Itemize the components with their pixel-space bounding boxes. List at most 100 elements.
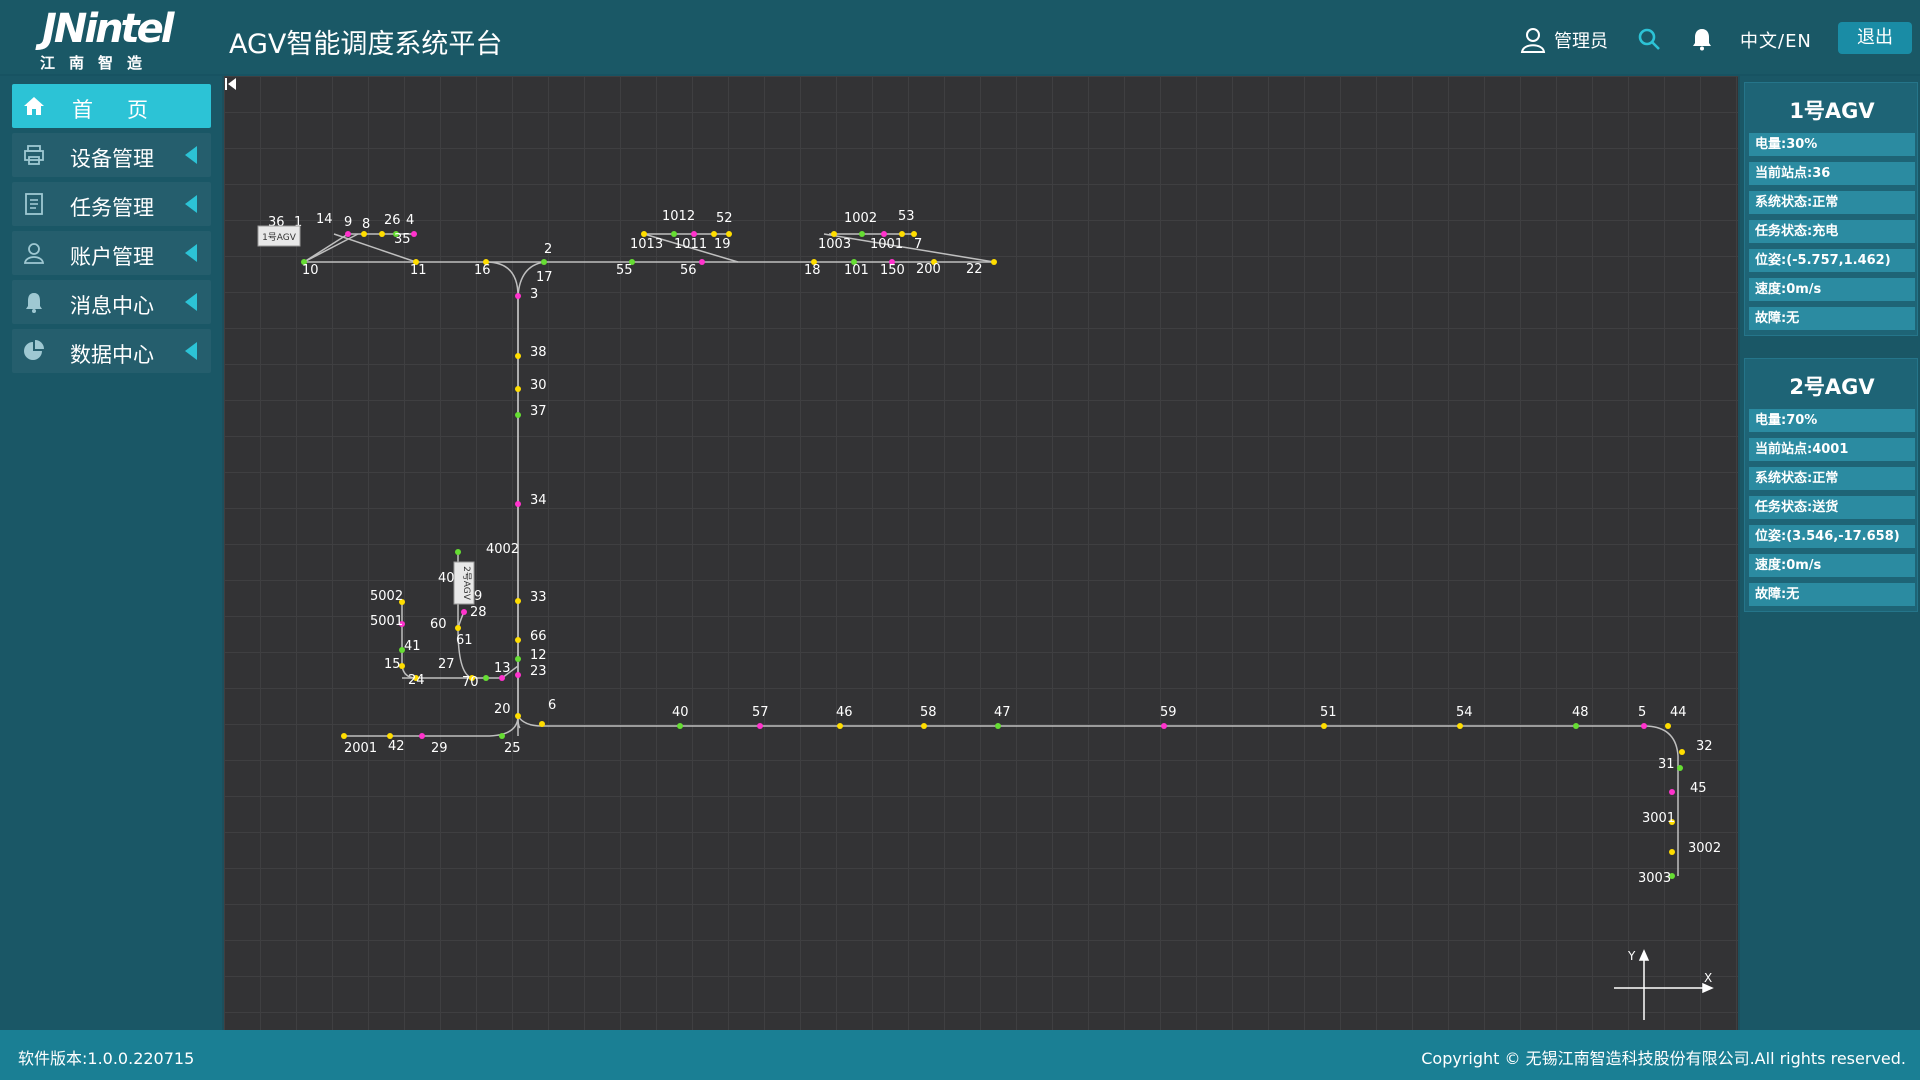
station-dot[interactable]	[541, 259, 547, 265]
station-dot[interactable]	[345, 231, 351, 237]
station-dot[interactable]	[539, 721, 545, 727]
station-label: 5002	[370, 589, 403, 604]
station-label: 24	[408, 673, 425, 688]
station-dot[interactable]	[461, 609, 467, 615]
station-label: 13	[494, 661, 511, 676]
station-dot[interactable]	[515, 598, 521, 604]
sidebar-item-message[interactable]: 消息中心	[12, 280, 211, 324]
sidebar-item-label: 账户管理	[70, 245, 154, 269]
station-dot[interactable]	[859, 231, 865, 237]
station-dot[interactable]	[1669, 789, 1675, 795]
station-label: 70	[462, 675, 479, 690]
document-icon	[25, 193, 43, 215]
station-dot[interactable]	[757, 723, 763, 729]
station-dot[interactable]	[1679, 749, 1685, 755]
station-label: 20	[494, 702, 511, 717]
station-dot[interactable]	[515, 713, 521, 719]
station-dot[interactable]	[341, 733, 347, 739]
station-dot[interactable]	[1641, 723, 1647, 729]
agv-task-status: 任务状态:送货	[1749, 496, 1915, 519]
station-dot[interactable]	[455, 625, 461, 631]
route-canvas[interactable]: 36 1 14 9 8 26 43510 11 162173383037343366122313…	[224, 76, 1738, 1030]
station-dot[interactable]	[1677, 765, 1683, 771]
station-label: 53	[898, 209, 915, 224]
user-menu[interactable]: 管理员	[1520, 26, 1608, 54]
station-dot[interactable]	[677, 723, 683, 729]
agv-battery: 电量:70%	[1749, 409, 1915, 432]
station-dot[interactable]	[515, 412, 521, 418]
station-dot[interactable]	[1669, 849, 1675, 855]
agv-1-marker[interactable]: 1号AGV	[257, 225, 301, 247]
station-label: 38	[530, 345, 547, 360]
sidebar-item-label: 首页	[72, 98, 182, 122]
station-dot[interactable]	[515, 386, 521, 392]
station-label: 33	[530, 590, 547, 605]
station-label: 101	[844, 263, 869, 278]
station-dot[interactable]	[1573, 723, 1579, 729]
sidebar-item-data[interactable]: 数据中心	[12, 329, 211, 373]
station-dot[interactable]	[515, 656, 521, 662]
station-dot[interactable]	[515, 293, 521, 299]
agv-map[interactable]: 36 1 14 9 8 26 4 35 10 11 16 2 17 3 38 30 37 34 33 66 12 23 13…	[222, 76, 1740, 1030]
station-label: 47	[994, 705, 1011, 720]
station-dot[interactable]	[419, 733, 425, 739]
station-dot[interactable]	[379, 231, 385, 237]
station-dot[interactable]	[515, 637, 521, 643]
station-label: 46	[836, 705, 853, 720]
home-icon	[24, 97, 44, 115]
chevron-left-icon	[185, 244, 197, 262]
axis-y-label: Y	[1627, 949, 1636, 963]
station-dot[interactable]	[837, 723, 843, 729]
station-dot[interactable]	[1161, 723, 1167, 729]
station-label: 17	[536, 270, 553, 285]
agv-current-station: 当前站点:36	[1749, 162, 1915, 185]
station-dot[interactable]	[515, 672, 521, 678]
station-label: 52	[716, 211, 733, 226]
station-dot[interactable]	[455, 549, 461, 555]
station-dot[interactable]	[1457, 723, 1463, 729]
agv-fault: 故障:无	[1749, 307, 1915, 330]
agv-card-title: 2号AGV	[1789, 375, 1875, 399]
station-dot[interactable]	[515, 353, 521, 359]
sidebar-item-device[interactable]: 设备管理	[12, 133, 211, 177]
station-label: 6	[548, 698, 556, 713]
agv-task-status: 任务状态:充电	[1749, 220, 1915, 243]
station-dot[interactable]	[995, 723, 1001, 729]
station-label: 44	[1670, 705, 1687, 720]
station-label: 61	[456, 633, 473, 648]
agv-2-marker[interactable]: 2号AGV	[453, 561, 475, 605]
station-dot[interactable]	[483, 675, 489, 681]
station-dot[interactable]	[991, 259, 997, 265]
station-dot[interactable]	[699, 259, 705, 265]
station-label: 29	[431, 741, 448, 756]
station-dot[interactable]	[1665, 723, 1671, 729]
bell-icon[interactable]	[1690, 27, 1714, 51]
station-dot[interactable]	[499, 733, 505, 739]
station-label: 14	[316, 212, 333, 227]
agv-card-1: 1号AGV 电量:30% 当前站点:36 系统状态:正常 任务状态:充电 位姿:…	[1744, 82, 1918, 336]
search-icon[interactable]	[1637, 27, 1661, 51]
sidebar-item-account[interactable]: 账户管理	[12, 231, 211, 275]
station-label: 42	[388, 739, 405, 754]
station-label: 57	[752, 705, 769, 720]
user-name: 管理员	[1554, 31, 1608, 52]
chevron-left-icon	[185, 293, 197, 311]
collapse-panel-icon[interactable]	[224, 76, 238, 92]
printer-icon	[24, 145, 44, 165]
station-dot[interactable]	[921, 723, 927, 729]
sidebar-item-home[interactable]: 首页	[12, 84, 211, 128]
sidebar-item-task[interactable]: 任务管理	[12, 182, 211, 226]
station-label: 7	[914, 237, 922, 252]
station-dot[interactable]	[1321, 723, 1327, 729]
station-label: 37	[530, 404, 547, 419]
language-switch[interactable]: 中文/EN	[1740, 27, 1812, 53]
station-label: 2001	[344, 741, 377, 756]
logout-button[interactable]: 退出	[1838, 22, 1912, 54]
sidebar-item-label: 任务管理	[70, 196, 154, 220]
station-markers: 36 1 14 9 8 26 43510 11 162173383037343366122313…	[268, 209, 1721, 886]
station-dot[interactable]	[515, 501, 521, 507]
chevron-left-icon	[185, 146, 197, 164]
station-dot[interactable]	[411, 231, 417, 237]
user-icon	[23, 243, 45, 264]
agv-system-status: 系统状态:正常	[1749, 191, 1915, 214]
